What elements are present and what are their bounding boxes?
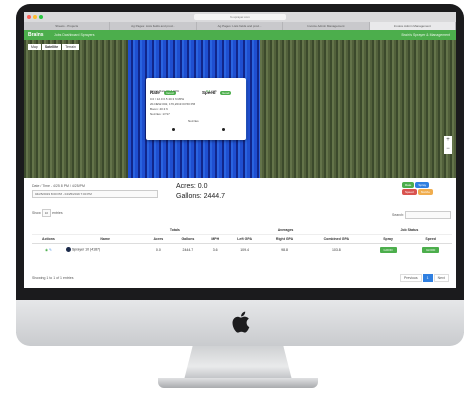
datetime-range-input[interactable]: 04/25/2019 8:00 PM - 04/25/2019 7:00 PM [32,190,158,198]
spray-status-badge: GOOD [379,246,397,253]
cell-mph: 3.6 [212,247,218,252]
popup-line-3: Boom: 40.3 ft [150,107,168,111]
zoom-out-button[interactable]: − [444,145,452,154]
acres-total: Acres: 0.0 [176,183,208,190]
user-menu[interactable]: Brain's Sprayer & Management [401,33,450,37]
search-input[interactable] [405,211,452,219]
search-label: Search: [392,213,405,217]
datetime-label: Date / Time - 4/25 8 PM / 4/25/PM [32,184,85,188]
pagination: Previous 1 Next [400,274,449,282]
zoom-in-button[interactable]: + [444,136,452,145]
monitor-stand-neck [184,346,292,380]
speed-status-badge: Good [219,91,232,95]
column-header-speed[interactable]: Speed [409,234,452,244]
edit-icon[interactable]: ✎ [49,248,52,252]
view-icon[interactable]: ◉ [45,248,48,252]
popup-line-2: 20-NEW-002, 176,2019 03:50 PM [150,102,196,106]
averages-group-header: Averages [204,226,367,235]
job-status-group-header: Job Status [366,226,452,235]
map-type-tabs: Map Satellite Terrain [28,44,79,50]
entries-label: entries [52,211,63,215]
address-bar[interactable]: fs.sprayer.com [194,14,286,20]
column-header-right-gpa[interactable]: Right GPA [263,234,306,244]
sprayer-info-popup: Rate Good Speed Good Target Rate 50.2 GP… [146,78,246,140]
pagination-previous[interactable]: Previous [400,274,422,282]
app-nav[interactable]: Jobs Dashboard Sprayers [54,33,94,37]
nozzle-layer-button[interactable]: Nozzle [417,189,433,195]
totals-group-header: Totals [145,226,205,235]
monitor-stand-foot [158,378,318,388]
column-header-left-gpa[interactable]: Left GPA [226,234,264,244]
table-row[interactable]: ◉ ✎ Sprayer 10 (4187) 0.0 2444.7 3.6 109… [32,244,452,256]
satellite-map[interactable]: Map Satellite Terrain + − Rate Good Spee… [24,40,456,178]
gallons-total: Gallons: 2444.7 [176,193,226,200]
show-label: Show [32,211,41,215]
entries-select[interactable]: 10 [41,209,52,217]
pagination-page-1[interactable]: 1 [422,274,433,282]
column-header-combined-gpa[interactable]: Combined GPA [305,234,367,244]
right-boom-marker-icon [222,128,225,131]
jobs-table: Totals Averages Job Status Actions Name … [32,226,452,255]
browser-titlebar: fs.sprayer.com [24,12,456,22]
rate-layer-button[interactable]: Rate [402,182,415,188]
cell-left-gpa: 109.4 [240,247,249,252]
column-header-acres[interactable]: Acres [145,234,172,244]
app-brand[interactable]: Brains [28,32,44,38]
map-type-map[interactable]: Map [28,44,41,50]
target-rate-label: Target Rate [150,89,166,93]
gauge-label: Nozzles [188,119,199,123]
apple-logo-icon [232,311,250,333]
actual-speed-value: 3.1 [206,89,211,93]
cell-combined-gpa: 103.8 [331,247,341,252]
maximize-window-icon[interactable] [39,15,43,19]
pagination-next[interactable]: Next [433,274,449,282]
popup-line-4: Nozzles: 17/17 [150,112,170,116]
map-type-satellite[interactable]: Satellite [41,44,62,50]
column-header-spray[interactable]: Spray [366,234,410,244]
speed-status-badge: GOOD [422,246,440,253]
popup-line-1: 0.0 / 12.0 0.5 40.3 ft MPH [150,97,185,101]
browser-tab[interactable]: Invoice Admin Management [283,22,370,30]
map-layer-buttons: Rate Spray [402,182,430,188]
map-type-terrain[interactable]: Terrain [62,44,79,50]
column-header-mph[interactable]: MPH [204,234,227,244]
browser-tab[interactable]: Ag Pages: Lists fields and prod... [110,22,197,30]
spray-layer-button[interactable]: Spray [415,182,430,188]
sprayer-name[interactable]: Sprayer 10 (4187) [72,247,100,251]
column-header-name[interactable]: Name [64,234,146,244]
job-summary-panel: Date / Time - 4/25 8 PM / 4/25/PM 04/25/… [24,178,456,288]
zoom-control: + − [444,136,452,154]
app-header: Brains Jobs Dashboard Sprayers Brain's S… [24,30,456,40]
column-header-gallons[interactable]: Gallons [171,234,205,244]
speed-layer-button[interactable]: Speed [402,189,417,195]
browser-tab-active[interactable]: Invoice Admin Management [369,22,456,30]
browser-tab[interactable]: Ag Pages: Lists fields and prod... [197,22,284,30]
close-window-icon[interactable] [27,15,31,19]
minimize-window-icon[interactable] [33,15,37,19]
sprayer-avatar [65,247,71,252]
actual-speed-unit: mph [211,89,217,93]
browser-tabs: Sheets - Projects Ag Pages: Lists fields… [24,22,456,30]
cell-acres: 0.0 [155,247,161,252]
screen: fs.sprayer.com Sheets - Projects Ag Page… [24,12,456,288]
browser-tab[interactable]: Sheets - Projects [24,22,111,30]
column-header-actions[interactable]: Actions [32,234,65,244]
target-rate-value: 50.2 [166,89,173,93]
cell-gallons: 2444.7 [182,247,194,252]
cell-right-gpa: 98.8 [281,247,288,252]
table-info: Showing 1 to 1 of 1 entries [32,276,74,280]
target-rate-unit: GPA [173,89,180,93]
left-boom-marker-icon [172,128,175,131]
